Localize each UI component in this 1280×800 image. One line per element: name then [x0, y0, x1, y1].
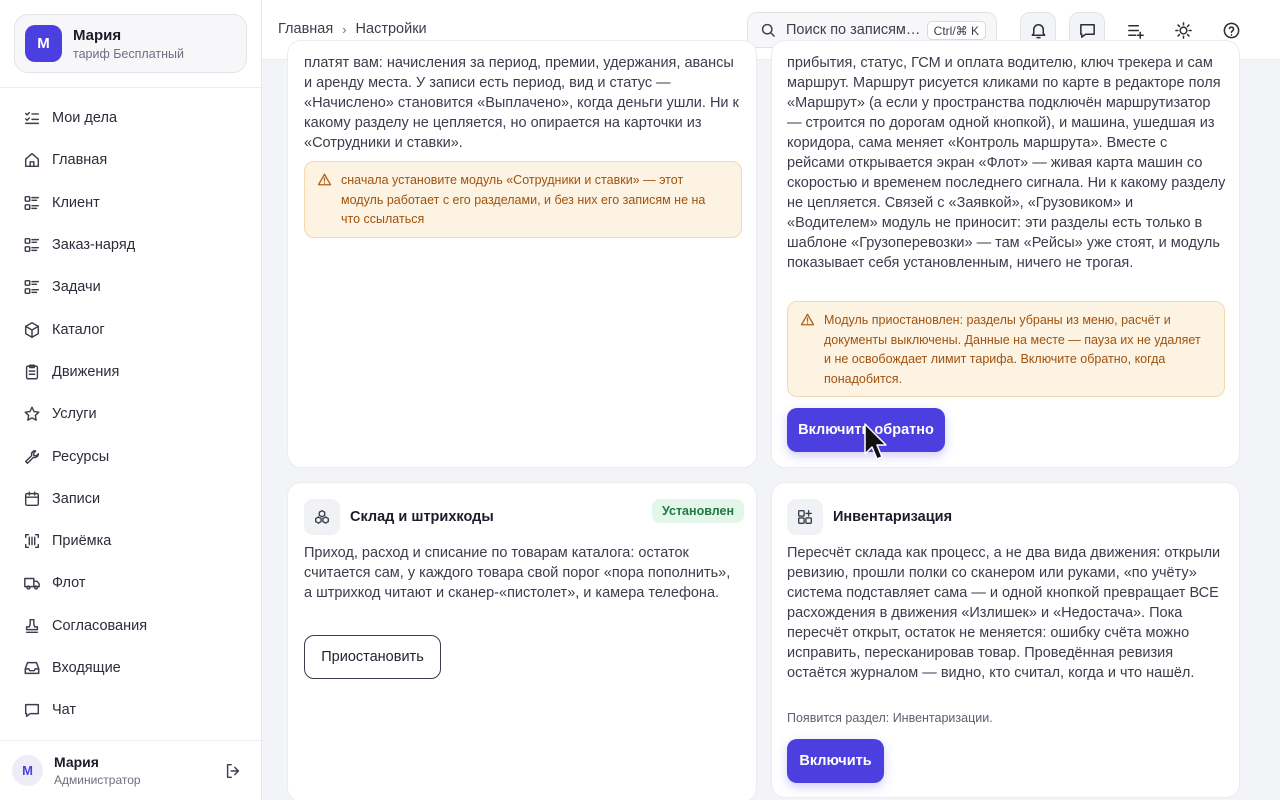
star-icon	[22, 404, 42, 424]
user-role: Администратор	[54, 773, 141, 787]
list-icon	[22, 277, 42, 297]
sidebar-item-movements[interactable]: Движения	[0, 351, 261, 393]
search-icon	[761, 23, 775, 37]
module-title: Инвентаризация	[833, 509, 953, 525]
breadcrumb-home-link[interactable]: Главная	[278, 21, 333, 37]
warning-text: сначала установите модуль «Сотрудники и …	[341, 173, 706, 226]
account-switcher[interactable]: М Мария тариф Бесплатный	[14, 14, 247, 73]
sidebar-item-label: Согласования	[52, 617, 148, 634]
module-description: прибытия, статус, ГСМ и оплата водителю,…	[787, 55, 1226, 271]
chevron-right-icon: ›	[342, 21, 347, 37]
sidebar-item-label: Задачи	[52, 279, 101, 296]
account-plan: тариф Бесплатный	[73, 46, 184, 61]
stamp-icon	[22, 616, 42, 636]
list-icon	[22, 193, 42, 213]
checklist-icon	[22, 108, 42, 128]
sidebar-item-label: Заказ-наряд	[52, 237, 136, 254]
module-section-note: Появится раздел: Инвентаризации.	[787, 711, 993, 725]
sidebar-item-label: Приёмка	[52, 533, 112, 550]
warning-text: Модуль приостановлен: разделы убраны из …	[824, 313, 1201, 386]
user-name: Мария	[54, 754, 99, 770]
module-card-payroll: платят вам: начисления за период, премии…	[287, 40, 757, 468]
sidebar-item-client[interactable]: Клиент	[0, 182, 261, 224]
barcode-scan-icon	[22, 531, 42, 551]
bell-icon	[1031, 23, 1045, 38]
paused-warning: Модуль приостановлен: разделы убраны из …	[787, 301, 1225, 397]
module-card-inventory: Инвентаризация Пересчёт склада как проце…	[771, 482, 1240, 798]
warning-icon	[317, 173, 332, 186]
sidebar-item-catalog[interactable]: Каталог	[0, 308, 261, 350]
sidebar-item-resources[interactable]: Ресурсы	[0, 435, 261, 477]
module-description: Приход, расход и списание по товарам кат…	[304, 545, 731, 601]
sidebar-item-tasks[interactable]: Задачи	[0, 266, 261, 308]
clipboard-icon	[22, 362, 42, 382]
home-icon	[22, 150, 42, 170]
module-card-trips: прибытия, статус, ГСМ и оплата водителю,…	[771, 40, 1240, 468]
sidebar-item-label: Ресурсы	[52, 448, 110, 465]
sidebar-item-chat[interactable]: Чат	[0, 689, 261, 731]
sidebar-item-label: Каталог	[52, 321, 105, 338]
current-user: М Мария Администратор	[0, 740, 261, 800]
sidebar-item-fleet[interactable]: Флот	[0, 562, 261, 604]
sun-icon	[1174, 21, 1192, 39]
module-title: Склад и штрихкоды	[350, 509, 494, 525]
sidebar-item-approvals[interactable]: Согласования	[0, 605, 261, 647]
list-add-icon	[1127, 24, 1144, 39]
sidebar-item-home[interactable]: Главная	[0, 139, 261, 181]
breadcrumb-current: Настройки	[355, 21, 427, 37]
calendar-icon	[22, 489, 42, 509]
sidebar-item-label: Чат	[52, 702, 77, 719]
chat-icon	[1079, 23, 1095, 38]
module-description: Пересчёт склада как процесс, а не два ви…	[787, 545, 1221, 681]
inbox-icon	[22, 658, 42, 678]
resume-module-button[interactable]: Включить обратно	[787, 408, 945, 452]
account-avatar: М	[25, 25, 62, 62]
sidebar-item-work-order[interactable]: Заказ-наряд	[0, 224, 261, 266]
sidebar-item-inbox[interactable]: Входящие	[0, 647, 261, 689]
sidebar-item-services[interactable]: Услуги	[0, 393, 261, 435]
sidebar-item-records[interactable]: Записи	[0, 478, 261, 520]
sidebar-item-label: Услуги	[52, 406, 97, 423]
module-card-warehouse: Склад и штрихкоды Установлен Приход, рас…	[287, 482, 757, 800]
enable-module-button[interactable]: Включить	[787, 739, 884, 783]
account-name: Мария	[73, 26, 122, 44]
module-icon	[304, 499, 340, 535]
box-icon	[22, 320, 42, 340]
sidebar-item-label: Движения	[52, 363, 120, 380]
wrench-icon	[22, 447, 42, 467]
sidebar-nav: Мои дела Главная Клиент Заказ-наряд Зада…	[0, 97, 261, 731]
boxes-icon	[315, 510, 329, 524]
search-shortcut: Ctrl/⌘ K	[926, 21, 986, 40]
sidebar-item-label: Записи	[52, 490, 101, 507]
search-placeholder: Поиск по записям…	[786, 22, 921, 38]
grid-plus-icon	[798, 510, 812, 524]
list-icon	[22, 235, 42, 255]
avatar: М	[12, 755, 43, 786]
chat-icon	[22, 700, 42, 720]
module-description: платят вам: начисления за период, премии…	[304, 55, 739, 151]
dependency-warning: сначала установите модуль «Сотрудники и …	[304, 161, 742, 238]
logout-icon[interactable]	[224, 762, 242, 780]
truck-icon	[22, 573, 42, 593]
status-badge: Установлен	[652, 499, 744, 523]
sidebar-item-my-tasks[interactable]: Мои дела	[0, 97, 261, 139]
breadcrumb: Главная › Настройки	[278, 21, 427, 37]
sidebar-item-label: Мои дела	[52, 110, 118, 127]
sidebar-item-label: Входящие	[52, 660, 121, 676]
sidebar-item-receiving[interactable]: Приёмка	[0, 520, 261, 562]
sidebar: М Мария тариф Бесплатный Мои дела Главна…	[0, 0, 262, 800]
sidebar-item-label: Клиент	[52, 194, 100, 211]
sidebar-item-label: Флот	[52, 575, 86, 592]
sidebar-item-label: Главная	[52, 152, 108, 169]
module-icon	[787, 499, 823, 535]
sidebar-divider	[0, 87, 261, 88]
warning-icon	[800, 313, 815, 326]
pause-module-button[interactable]: Приостановить	[304, 635, 441, 679]
help-icon	[1223, 22, 1239, 38]
